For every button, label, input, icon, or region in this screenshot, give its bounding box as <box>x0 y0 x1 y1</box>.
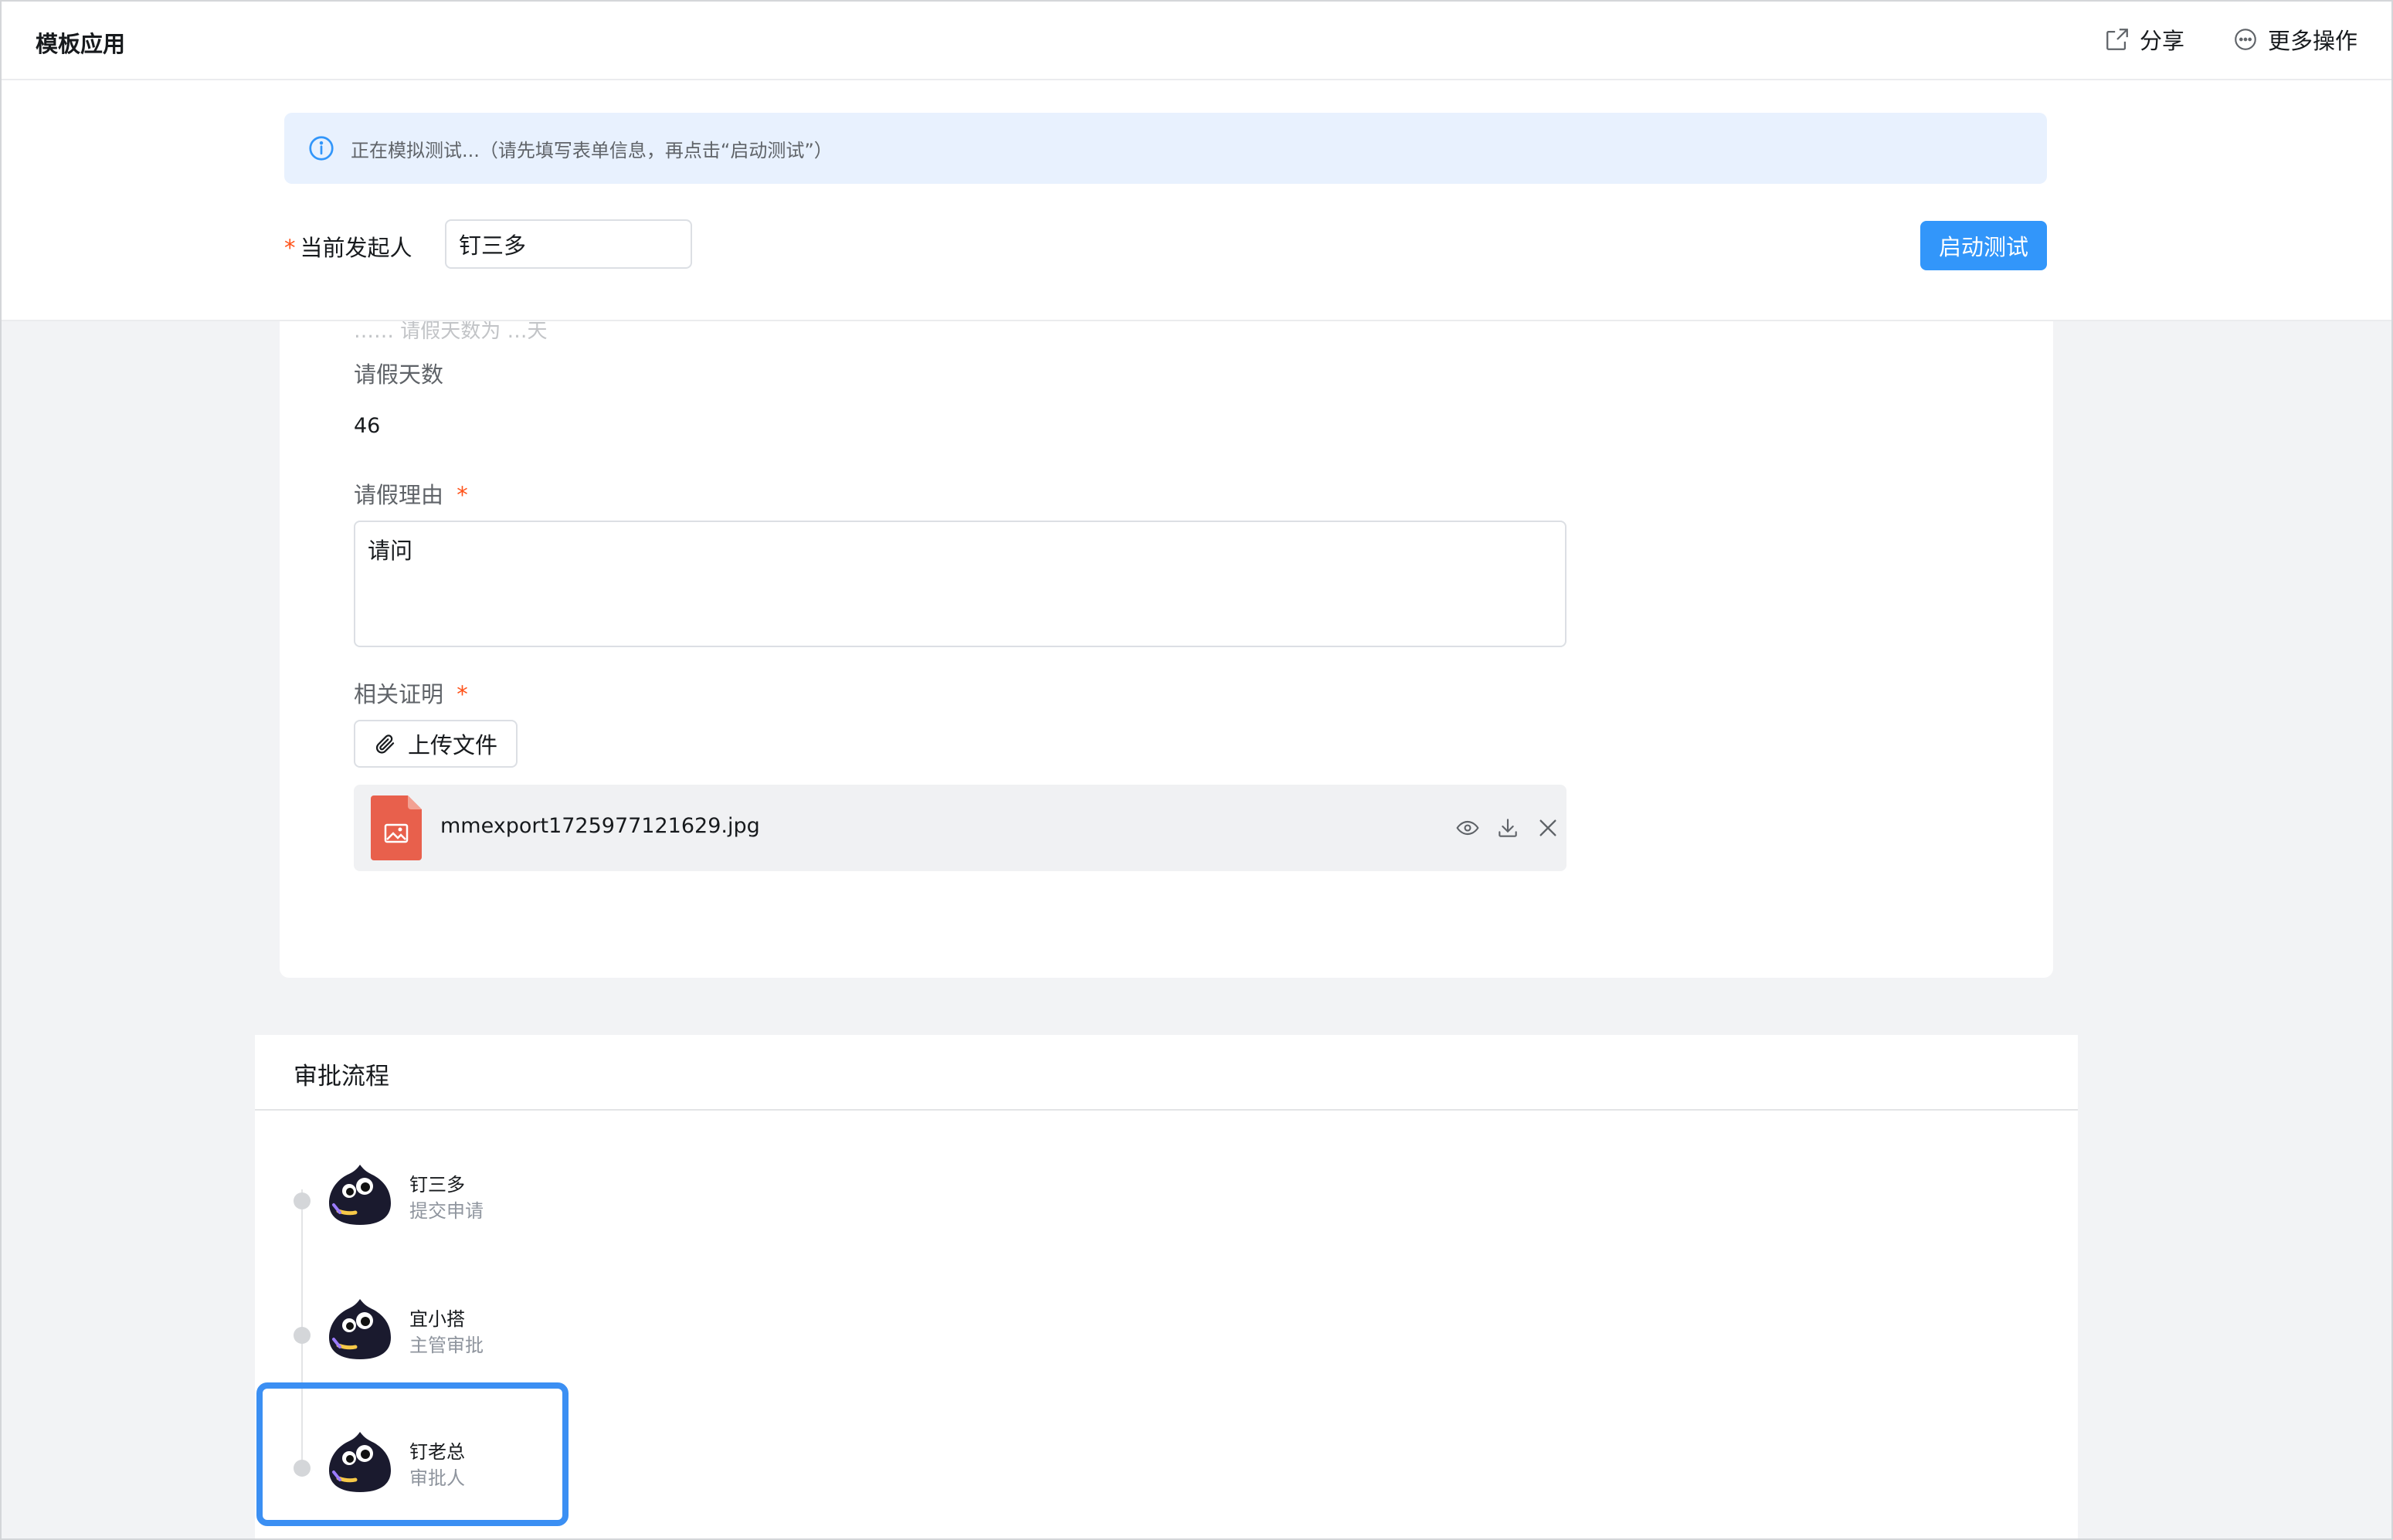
approver-role: 主管审批 <box>409 1335 484 1356</box>
initiator-input[interactable] <box>445 219 692 269</box>
file-name: mmexport1725977121629.jpg <box>440 814 760 838</box>
approval-flow-title: 审批流程 <box>294 1063 389 1091</box>
reason-textarea[interactable]: 请问 <box>354 521 1566 647</box>
upload-file-button[interactable]: 上传文件 <box>354 720 518 768</box>
image-file-icon <box>371 795 422 860</box>
share-label: 分享 <box>2140 28 2185 54</box>
divider <box>255 1109 2078 1111</box>
uploaded-file-item: mmexport1725977121629.jpg <box>354 785 1566 871</box>
more-actions-label: 更多操作 <box>2268 28 2358 54</box>
app-title: 模板应用 <box>36 31 126 57</box>
app-window: 模板应用 分享 更多操作 …… 请假天数为 …天 请假天数 46 请假理由 * … <box>0 0 2393 1540</box>
simulation-test-panel: 正在模拟测试...（请先填写表单信息，再点击“启动测试”） *当前发起人 启动测… <box>2 80 2391 321</box>
share-icon <box>2106 29 2128 50</box>
reason-label: 请假理由 * <box>354 477 473 510</box>
initiator-label-text: 当前发起人 <box>300 235 412 261</box>
approver-name: 钉三多 <box>409 1174 465 1196</box>
approval-node: 钉老总 审批人 <box>255 1427 796 1512</box>
required-mark: * <box>457 681 468 707</box>
required-mark: * <box>284 235 296 261</box>
simulation-info-text: 正在模拟测试...（请先填写表单信息，再点击“启动测试”） <box>351 139 833 161</box>
timeline-dot <box>294 1327 311 1344</box>
initiator-label: * 当前发起人 <box>284 230 412 263</box>
form-card: …… 请假天数为 …天 请假天数 46 请假理由 * 请问 相关证明 * 上传文… <box>280 320 2053 978</box>
download-icon[interactable] <box>1495 816 1520 840</box>
reason-label-text: 请假理由 <box>354 482 444 508</box>
preview-eye-icon[interactable] <box>1455 816 1480 840</box>
approver-name: 钉老总 <box>409 1441 465 1463</box>
approval-node: 钉三多 提交申请 <box>255 1160 796 1245</box>
timeline-dot <box>294 1192 311 1209</box>
more-icon <box>2235 29 2256 50</box>
share-button[interactable]: 分享 <box>2104 23 2184 56</box>
timeline-dot <box>294 1460 311 1477</box>
leave-days-label: 请假天数 <box>354 361 444 388</box>
start-test-button[interactable]: 启动测试 <box>1920 221 2047 270</box>
remove-file-icon[interactable] <box>1536 816 1560 840</box>
approval-node: 宜小搭 主管审批 <box>255 1294 796 1379</box>
proof-label-text: 相关证明 <box>354 681 444 707</box>
upload-file-label: 上传文件 <box>407 732 497 758</box>
approver-role: 提交申请 <box>409 1200 484 1222</box>
more-actions-button[interactable]: 更多操作 <box>2232 23 2357 56</box>
approval-flow-card: 审批流程 钉三多 提交申请 宜小搭 主管审批 钉老总 审批人 <box>255 1035 2078 1538</box>
top-bar: 模板应用 分享 更多操作 <box>2 2 2391 80</box>
paperclip-icon <box>375 734 395 754</box>
proof-label: 相关证明 * <box>354 677 473 709</box>
avatar <box>329 1299 391 1359</box>
leave-days-value: 46 <box>354 414 381 438</box>
avatar <box>329 1165 391 1225</box>
required-mark: * <box>457 482 468 508</box>
approver-name: 宜小搭 <box>409 1308 465 1330</box>
info-icon <box>309 136 334 161</box>
simulation-info-banner: 正在模拟测试...（请先填写表单信息，再点击“启动测试”） <box>284 113 2047 184</box>
approver-role: 审批人 <box>409 1467 465 1489</box>
avatar <box>329 1432 391 1492</box>
